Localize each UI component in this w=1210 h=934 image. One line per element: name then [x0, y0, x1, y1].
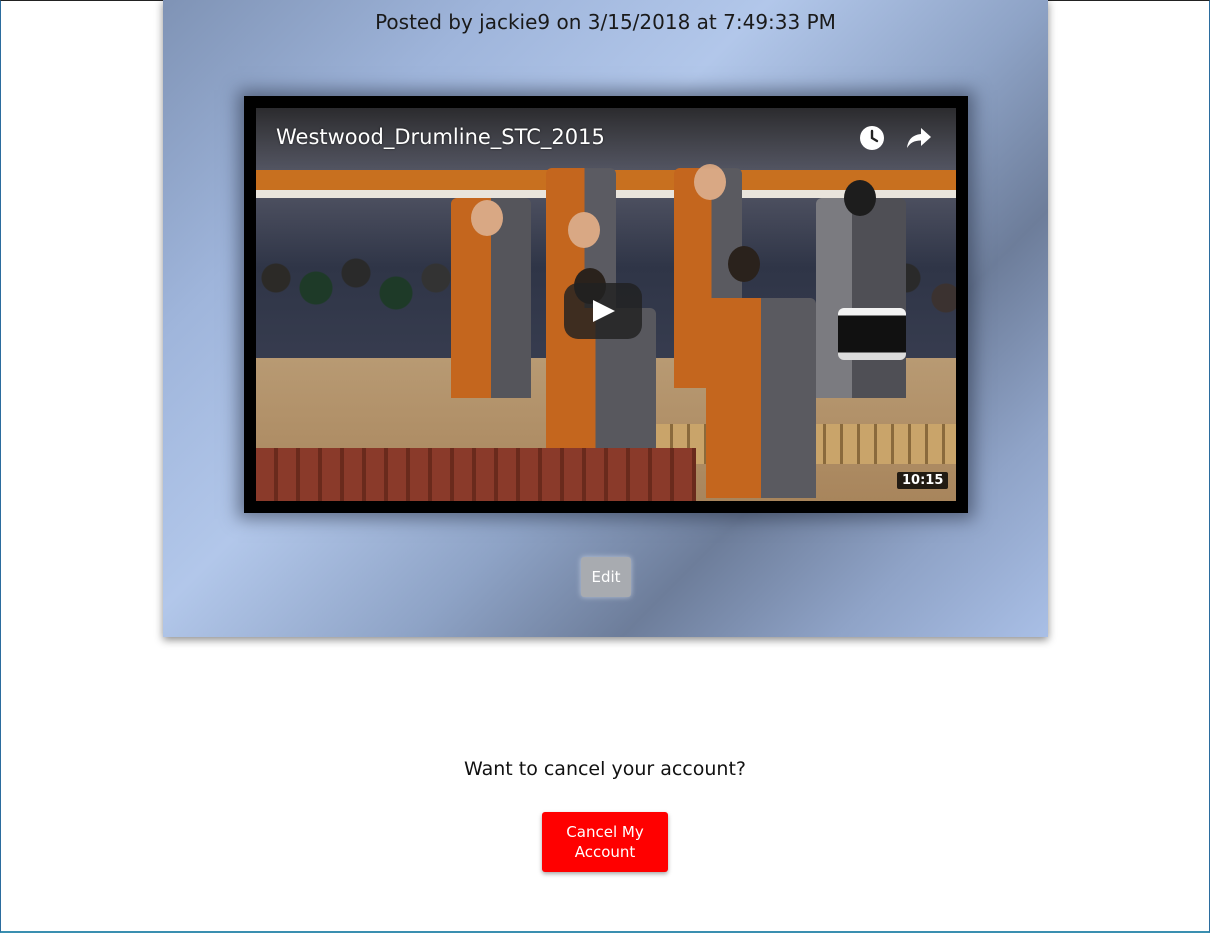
post-meta: Posted by jackie9 on 3/15/2018 at 7:49:3…: [375, 10, 836, 34]
play-icon: [593, 300, 615, 322]
performer-head: [728, 246, 760, 282]
video-embed[interactable]: Westwood_Drumline_STC_2015 10:15: [244, 96, 968, 513]
performer: [706, 298, 816, 498]
snare-drum: [838, 308, 906, 360]
marimba: [256, 448, 696, 501]
performer: [816, 198, 906, 398]
edit-button[interactable]: Edit: [581, 557, 631, 597]
performer-head: [471, 200, 503, 236]
video-title[interactable]: Westwood_Drumline_STC_2015: [276, 125, 605, 149]
browser-viewport: Posted by jackie9 on 3/15/2018 at 7:49:3…: [0, 0, 1210, 933]
play-button[interactable]: [564, 283, 642, 339]
post-card: Posted by jackie9 on 3/15/2018 at 7:49:3…: [163, 0, 1048, 637]
cancel-account-prompt: Want to cancel your account?: [464, 758, 746, 780]
video-thumbnail[interactable]: Westwood_Drumline_STC_2015 10:15: [256, 108, 956, 501]
video-duration: 10:15: [897, 472, 949, 489]
cancel-account-button[interactable]: Cancel My Account: [542, 812, 668, 872]
clock-icon[interactable]: [859, 125, 885, 151]
performer-head: [844, 180, 876, 216]
performer-head: [568, 212, 600, 248]
share-arrow-icon[interactable]: [905, 125, 933, 151]
